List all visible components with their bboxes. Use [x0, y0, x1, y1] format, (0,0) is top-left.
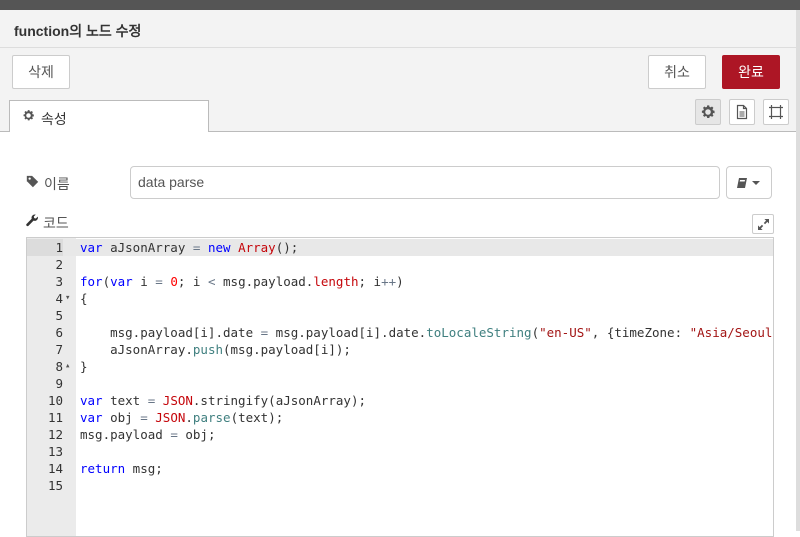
- line-number: 5: [55, 308, 63, 323]
- action-bar: 삭제 취소 완료: [0, 48, 796, 97]
- scrollbar[interactable]: [796, 10, 800, 531]
- code-line[interactable]: 2: [27, 256, 773, 273]
- line-number: 1: [27, 239, 63, 256]
- line-number: 4: [55, 291, 63, 306]
- code-line[interactable]: 5: [27, 307, 773, 324]
- tab-properties[interactable]: 속성: [9, 100, 209, 132]
- cancel-button[interactable]: 취소: [648, 55, 706, 89]
- tray-header: function의 노드 수정: [0, 10, 796, 48]
- line-number: 6: [55, 325, 63, 340]
- node-library-button[interactable]: [726, 166, 772, 199]
- gear-icon: [22, 109, 35, 125]
- line-number: 13: [47, 444, 63, 459]
- code-line[interactable]: 12 msg.payload = obj;: [27, 426, 773, 443]
- code-line[interactable]: 4 ▾{: [27, 290, 773, 307]
- line-number: 2: [55, 257, 63, 272]
- line-number: 9: [55, 376, 63, 391]
- line-number: 15: [47, 478, 63, 493]
- code-line[interactable]: 10 var text = JSON.stringify(aJsonArray);: [27, 392, 773, 409]
- top-bar: [0, 0, 800, 10]
- name-label-text: 이름: [44, 176, 70, 192]
- line-number: 12: [47, 427, 63, 442]
- line-number: 14: [47, 461, 63, 476]
- code-line[interactable]: 6 msg.payload[i].date = msg.payload[i].d…: [27, 324, 773, 341]
- tab-properties-label: 속성: [41, 111, 67, 127]
- code-line[interactable]: 3 for(var i = 0; i < msg.payload.length; …: [27, 273, 773, 290]
- line-number: 3: [55, 274, 63, 289]
- line-number: 11: [47, 410, 63, 425]
- tab-bar: 속성: [0, 96, 796, 132]
- expand-editor-button[interactable]: [752, 214, 774, 234]
- tag-icon: [26, 175, 39, 191]
- expand-icon: [758, 219, 769, 230]
- book-icon: [737, 178, 747, 188]
- line-number: 10: [47, 393, 63, 408]
- code-editor[interactable]: 1 var aJsonArray = new Array(); 2 3 for(va…: [26, 237, 774, 537]
- code-label-text: 코드: [43, 215, 69, 231]
- code-line[interactable]: 9: [27, 375, 773, 392]
- description-tab-button[interactable]: [729, 99, 755, 125]
- code-line[interactable]: 7 aJsonArray.push(msg.payload[i]);: [27, 341, 773, 358]
- name-input[interactable]: data parse: [130, 166, 720, 199]
- caret-down-icon: [752, 181, 760, 185]
- appearance-tab-button[interactable]: [763, 99, 789, 125]
- code-line[interactable]: 13: [27, 443, 773, 460]
- wrench-icon: [26, 214, 39, 230]
- line-number: 8: [55, 359, 63, 374]
- code-line[interactable]: 15: [27, 477, 773, 494]
- fold-marker[interactable]: ▾: [65, 290, 75, 307]
- settings-tab-button[interactable]: [695, 99, 721, 125]
- document-icon: [736, 104, 748, 120]
- fold-marker[interactable]: ▴: [65, 358, 75, 375]
- delete-button[interactable]: 삭제: [12, 55, 70, 89]
- code-line[interactable]: 8 ▴}: [27, 358, 773, 375]
- node-frame-icon: [769, 105, 783, 119]
- code-line[interactable]: 14 return msg;: [27, 460, 773, 477]
- code-line[interactable]: 11 var obj = JSON.parse(text);: [27, 409, 773, 426]
- done-button[interactable]: 완료: [722, 55, 780, 89]
- tray-title: function의 노드 수정: [14, 23, 142, 39]
- line-number: 7: [55, 342, 63, 357]
- gear-icon: [701, 105, 715, 118]
- code-line[interactable]: 1 var aJsonArray = new Array();: [27, 239, 773, 256]
